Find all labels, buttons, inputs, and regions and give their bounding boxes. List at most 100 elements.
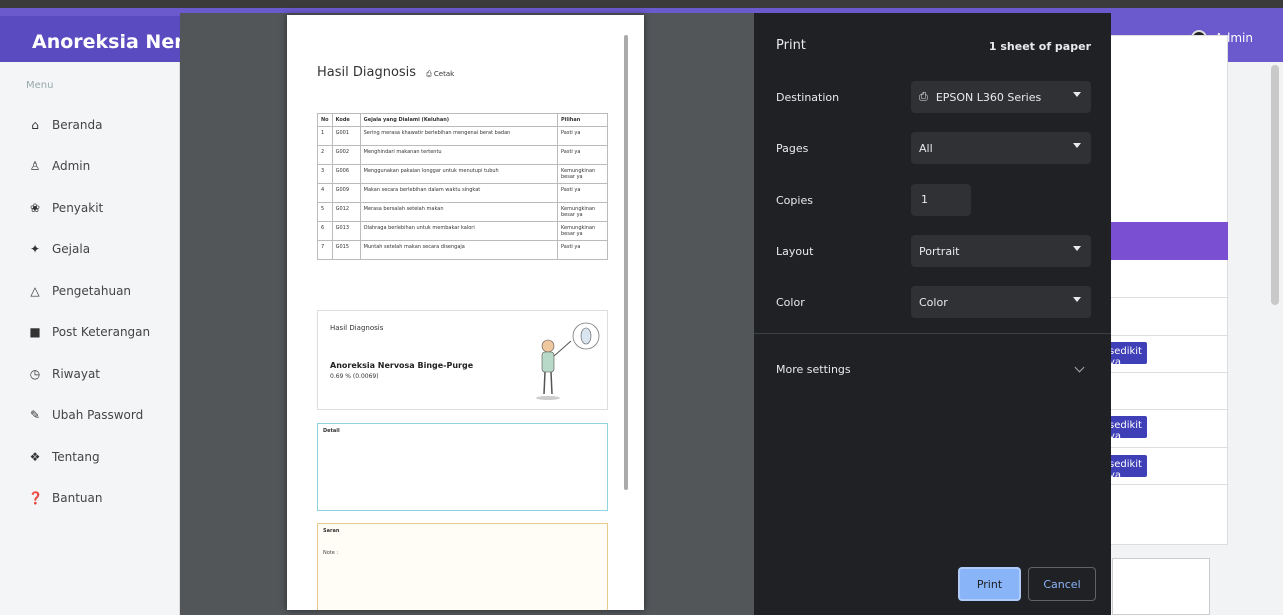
table-cell: Muntah setelah makan secara disengaja [359, 240, 559, 260]
preview-scrollbar[interactable] [624, 35, 628, 490]
destination-row: Destination ⎙ EPSON L360 Series [776, 81, 1091, 113]
sidebar-menu-label: Menu [26, 80, 54, 91]
sheet-count: 1 sheet of paper [988, 40, 1091, 53]
card-header-band [1106, 222, 1228, 260]
color-value: Color [919, 295, 948, 309]
page-header-line [287, 15, 644, 29]
sidebar: Menu ⌂ Beranda ♙ Admin ❀ Penyakit ✦ Geja… [0, 62, 180, 615]
table-cell: G002 [331, 145, 361, 165]
sidebar-item-tentang[interactable]: ❖ Tentang [0, 436, 179, 478]
sidebar-item-beranda[interactable]: ⌂ Beranda [0, 104, 179, 146]
sidebar-item-pengetahuan[interactable]: △ Pengetahuan [0, 270, 179, 312]
sidebar-item-gejala[interactable]: ✦ Gejala [0, 229, 179, 271]
table-cell: Menggunakan pakaian longgar untuk menutu… [359, 164, 559, 184]
color-label: Color [776, 295, 805, 309]
table-cell: G012 [331, 202, 361, 222]
chevron-down-icon [1073, 92, 1081, 97]
history-icon: ◷ [29, 366, 41, 381]
pages-select[interactable]: All [911, 132, 1091, 164]
layout-row: Layout Portrait [776, 235, 1091, 267]
sidebar-item-bantuan[interactable]: ❓ Bantuan [0, 478, 179, 520]
more-settings-toggle[interactable]: More settings [776, 354, 1091, 384]
sidebar-item-label: Admin [52, 159, 91, 174]
girl-scale-illustration [536, 322, 600, 400]
table-row: 5 G012 Merasa bersalah setelah makan Kem… [317, 202, 608, 222]
sidebar-item-ubah-password[interactable]: ✎ Ubah Password [0, 395, 179, 437]
layout-select[interactable]: Portrait [911, 235, 1091, 267]
magic-wand-icon: ✦ [29, 242, 41, 257]
copies-row: Copies 1 [776, 184, 1091, 216]
sidebar-item-label: Gejala [52, 242, 91, 257]
print-title: Print [776, 38, 806, 53]
print-link: ⎙ Cetak [426, 70, 455, 78]
pages-row: Pages All [776, 132, 1091, 164]
row-divider [1106, 372, 1228, 373]
layout-value: Portrait [919, 244, 960, 258]
table-row: 4 G009 Makan secara berlebihan dalam wak… [317, 183, 608, 203]
page-title: Hasil Diagnosis ⎙ Cetak [317, 65, 464, 80]
flask-icon: △ [30, 283, 40, 298]
destination-value: EPSON L360 Series [935, 90, 1042, 104]
sidebar-item-penyakit[interactable]: ❀ Penyakit [0, 187, 179, 229]
table-cell: Pasti ya [557, 240, 608, 260]
print-link-label: Cetak [433, 70, 455, 78]
question-icon: ❓ [28, 491, 43, 506]
table-cell: Kemungkinan besar ya [557, 164, 608, 184]
table-cell: Merasa bersalah setelah makan [359, 202, 559, 222]
sidebar-item-admin[interactable]: ♙ Admin [0, 146, 179, 188]
table-cell: Kemungkinan besar ya [557, 221, 608, 241]
color-select[interactable]: Color [911, 286, 1091, 318]
sidebar-item-riwayat[interactable]: ◷ Riwayat [0, 353, 179, 395]
table-row: 2 G002 Menghindari makanan tertentu Past… [317, 145, 608, 165]
chevron-down-icon [1073, 246, 1081, 251]
illustration-image [1112, 558, 1210, 615]
detail-box: Detail [317, 423, 608, 511]
row-divider [1106, 335, 1228, 336]
table-cell: G001 [331, 126, 361, 146]
table-cell: 7 [317, 240, 333, 260]
result-percentage: 0.69 % (0.0069) [330, 373, 379, 380]
column-header: Pilihan [557, 113, 608, 127]
symptoms-table: No Kode Gejala yang Dialami (Keluhan) Pi… [317, 113, 608, 260]
document-icon: ■ [29, 325, 41, 340]
column-header: Kode [331, 113, 361, 127]
table-row: 3 G006 Menggunakan pakaian longgar untuk… [317, 164, 608, 184]
user-icon: ♙ [29, 159, 41, 174]
table-cell: Menghindari makanan tertentu [359, 145, 559, 165]
edit-icon: ✎ [29, 408, 41, 423]
table-cell: 2 [317, 145, 333, 165]
saran-box: Saran Note : [317, 523, 608, 610]
pages-label: Pages [776, 141, 809, 155]
table-cell: Pasti ya [557, 183, 608, 203]
sidebar-item-label: Penyakit [52, 200, 104, 215]
row-divider [1106, 409, 1228, 410]
table-header: No Kode Gejala yang Dialami (Keluhan) Pi… [317, 113, 608, 127]
table-cell: 3 [317, 164, 333, 184]
preview-heading: Hasil Diagnosis [317, 65, 417, 80]
sidebar-item-label: Beranda [52, 117, 103, 132]
home-icon: ⌂ [31, 117, 39, 132]
print-preview-page: Hasil Diagnosis ⎙ Cetak No Kode Gejala y… [287, 15, 644, 610]
saran-note: Note : [323, 549, 339, 556]
table-cell: G006 [331, 164, 361, 184]
chevron-down-icon [1073, 297, 1081, 302]
chevron-down-icon [1074, 362, 1085, 372]
color-row: Color Color [776, 286, 1091, 318]
table-cell: G015 [331, 240, 361, 260]
destination-select[interactable]: ⎙ EPSON L360 Series [911, 81, 1091, 113]
detail-title: Detail [323, 428, 340, 434]
cancel-button[interactable]: Cancel [1028, 567, 1096, 601]
printer-icon: ⎙ [919, 90, 928, 103]
print-button[interactable]: Print [958, 567, 1021, 601]
table-cell: Kemungkinan besar ya [557, 202, 608, 222]
sidebar-item-post-keterangan[interactable]: ■ Post Keterangan [0, 312, 179, 354]
table-row: 6 G013 Olahraga berlebihan untuk membaka… [317, 221, 608, 241]
copies-input[interactable]: 1 [911, 184, 971, 216]
result-title: Hasil Diagnosis [330, 324, 384, 332]
pages-value: All [919, 141, 933, 155]
settings-divider [754, 333, 1111, 334]
page-scrollbar[interactable] [1271, 65, 1279, 305]
sidebar-item-label: Tentang [52, 449, 100, 464]
row-divider [1106, 484, 1228, 485]
table-cell: Pasti ya [557, 126, 608, 146]
